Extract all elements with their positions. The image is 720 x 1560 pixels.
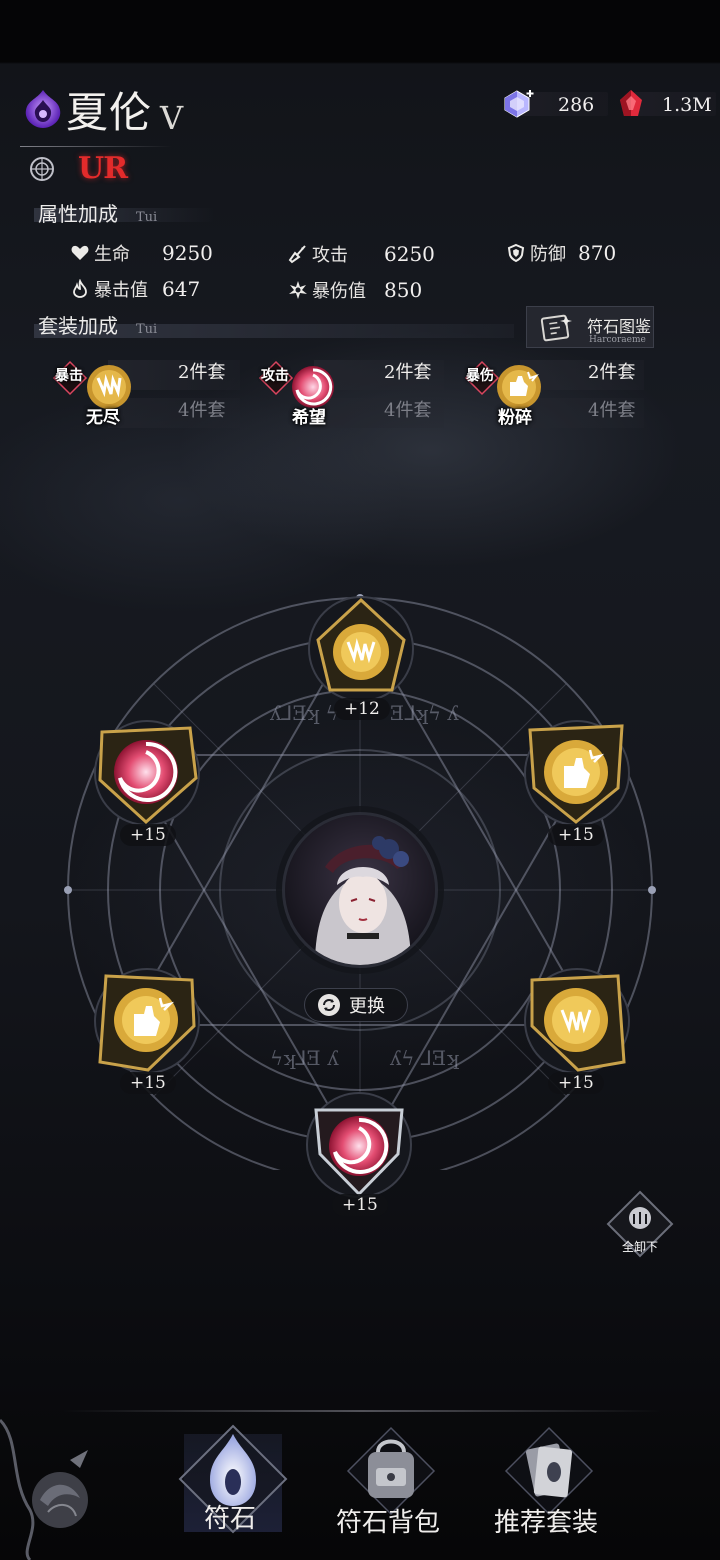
stat-value: 850	[384, 278, 423, 302]
attributes-title: 属性加成	[38, 202, 118, 226]
stat-value: 870	[578, 241, 617, 265]
svg-text:ϟʞ⅃Ǝ ʎ: ϟʞ⅃Ǝ ʎ	[270, 1046, 339, 1070]
red-gem-icon	[620, 90, 642, 116]
heart-icon	[71, 245, 89, 260]
fang-rune-icon	[87, 365, 131, 409]
codex-label: 符石图鉴	[587, 317, 652, 336]
nav-tab-recommended-sets[interactable]: 推荐套装	[488, 1418, 608, 1548]
set-endless-2pc: 2件套	[178, 362, 226, 383]
rune-slot-upper-right[interactable]	[522, 718, 632, 828]
rune-slot-lower-right[interactable]	[522, 966, 632, 1076]
set-tag: 攻击	[261, 368, 289, 384]
set-hope-4pc: 4件套	[384, 400, 432, 421]
unequip-label: 全卸下	[621, 1240, 658, 1254]
hero-portrait-image	[285, 815, 435, 965]
hero-name: 夏伦	[66, 88, 153, 137]
crystal-gem-icon	[504, 90, 534, 118]
rose-decoration	[0, 1418, 88, 1560]
rune-level-top: +12	[334, 698, 390, 720]
unequip-all-button[interactable]: 全卸下	[604, 1188, 676, 1260]
set-tag: 暴击	[55, 368, 83, 384]
swap-button[interactable]: 更换	[304, 988, 408, 1022]
hero-portrait[interactable]	[282, 812, 438, 968]
rune-level-lower-right: +15	[548, 1072, 604, 1094]
nav-label: 推荐套装	[494, 1508, 599, 1538]
nav-label: 符石	[204, 1504, 257, 1534]
sword-icon	[288, 245, 306, 264]
set-hope-2pc: 2件套	[384, 362, 432, 383]
shield-icon	[507, 243, 525, 263]
stat-crit: 暴击值 647	[70, 276, 200, 302]
currency-crystal-value: 286	[558, 94, 595, 116]
stat-label: 攻击	[312, 245, 348, 266]
svg-text:Ǝ⅃ʞϟ ʎ: Ǝ⅃ʞϟ ʎ	[390, 701, 459, 725]
card-deck-icon	[504, 1426, 594, 1516]
stat-label: 暴伤值	[312, 281, 366, 302]
svg-text:ʎ⅃Ǝʞ ϟ: ʎ⅃Ǝʞ ϟ	[269, 701, 339, 725]
stat-value: 9250	[162, 241, 213, 265]
stat-attack: 攻击 6250	[288, 241, 435, 267]
set-shatter-4pc: 4件套	[588, 400, 636, 421]
burst-icon	[289, 281, 307, 299]
sets-subtitle: Tui	[136, 322, 158, 337]
hero-emblem-icon	[25, 90, 61, 128]
bottom-divider	[62, 1410, 662, 1412]
fist-rune-icon	[524, 720, 630, 826]
rune-level-upper-left: +15	[120, 824, 176, 846]
stat-value: 6250	[384, 242, 435, 266]
book-icon	[540, 314, 572, 342]
fang-rune-icon	[524, 968, 630, 1074]
rune-slot-top[interactable]	[306, 594, 416, 704]
rune-slot-bottom[interactable]	[304, 1090, 414, 1200]
sets-title: 套装加成	[38, 314, 118, 338]
rune-level-upper-right: +15	[548, 824, 604, 846]
rarity-badge: UR	[78, 151, 128, 186]
nav-tab-rune-backpack[interactable]: 符石背包	[330, 1418, 450, 1548]
set-tag: 暴伤	[466, 368, 494, 384]
fist-rune-icon	[497, 365, 541, 409]
swirl-rune-icon	[306, 1092, 412, 1198]
stat-label: 防御	[530, 244, 566, 265]
nav-tab-runes[interactable]: 符石	[168, 1418, 298, 1548]
codex-sublabel: Harcoraeme	[589, 335, 646, 345]
currency-red-gem-value: 1.3M	[662, 94, 712, 116]
hero-rank: V	[160, 99, 184, 137]
attributes-subtitle: Tui	[136, 210, 158, 225]
set-name: 无尽	[86, 408, 120, 428]
stat-hp: 生命 9250	[70, 240, 213, 266]
stat-label: 暴击值	[94, 280, 148, 301]
stat-label: 生命	[94, 244, 130, 265]
set-name: 粉碎	[498, 408, 532, 428]
swirl-rune-icon	[94, 720, 200, 826]
rune-level-bottom: +15	[332, 1194, 388, 1216]
set-name: 希望	[292, 408, 326, 428]
rune-screen: 夏伦 V UR 286 1.3M 属性加成 Tui 生命 9250 攻击 625…	[0, 0, 720, 1560]
rune-slot-lower-left[interactable]	[92, 966, 202, 1076]
compass-icon[interactable]	[28, 155, 56, 183]
backpack-icon	[346, 1426, 436, 1516]
fang-rune-icon	[308, 596, 414, 702]
set-shatter-2pc: 2件套	[588, 362, 636, 383]
svg-text:ʎϟ ⅃Ǝʞ: ʎϟ ⅃Ǝʞ	[389, 1046, 460, 1070]
currency-red-gem[interactable]: 1.3M	[616, 88, 716, 120]
stat-crit-damage: 暴伤值 850	[288, 277, 422, 303]
nav-label: 符石背包	[336, 1508, 441, 1538]
stat-value: 647	[162, 277, 201, 301]
refresh-icon	[318, 994, 340, 1016]
swap-label: 更换	[349, 996, 385, 1017]
fist-rune-icon	[94, 968, 200, 1074]
flame-icon	[73, 279, 87, 298]
swirl-rune-icon	[292, 366, 334, 408]
rune-level-lower-left: +15	[120, 1072, 176, 1094]
rune-slot-upper-left[interactable]	[92, 718, 202, 828]
set-endless-4pc: 4件套	[178, 400, 226, 421]
rune-codex-button[interactable]: 符石图鉴 Harcoraeme	[526, 306, 654, 348]
currency-crystal[interactable]: 286	[502, 88, 610, 120]
stat-defense: 防御 870	[506, 240, 616, 266]
title-divider	[20, 146, 172, 147]
